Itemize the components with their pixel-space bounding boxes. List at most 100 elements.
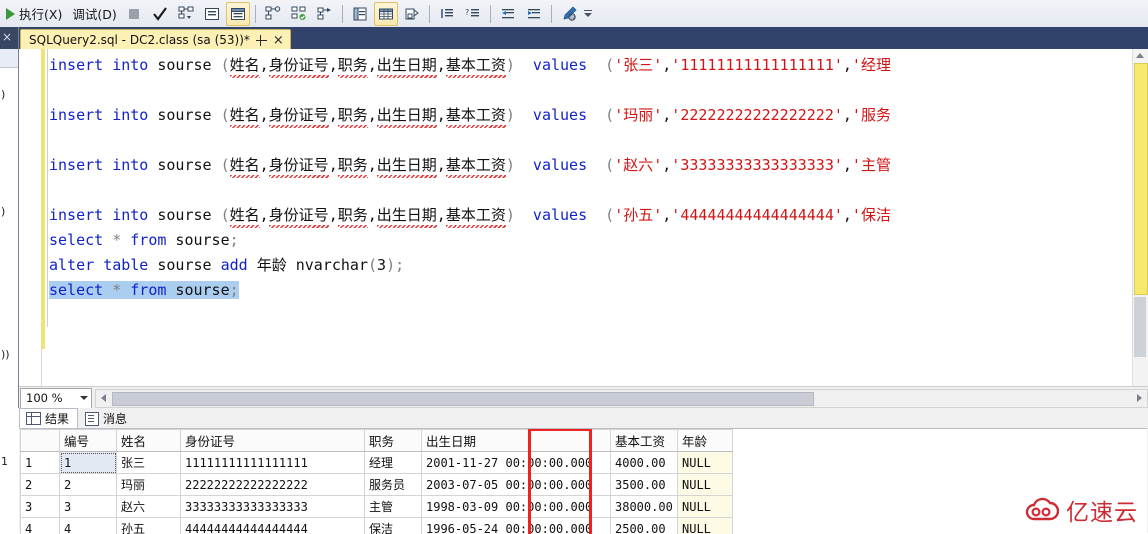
grid-cell[interactable]: 1 [60,452,117,474]
grid-cell[interactable]: 保洁 [365,518,422,534]
stop-button[interactable] [122,2,146,26]
column-header-5[interactable]: 基本工资 [611,430,678,452]
code-token: 基本工资 [446,103,506,127]
table-row[interactable]: 11张三11111111111111111经理2001-11-27 00:00:… [21,452,733,474]
code-token: ( [605,156,614,174]
grid-cell[interactable]: 2001-11-27 00:00:00.000 [422,452,611,474]
code-token: '服务 [852,106,891,124]
code-token: values [533,106,587,124]
results-tab-results[interactable]: 结果 [19,408,78,429]
toolbar-separator-4 [490,5,491,23]
table-row[interactable]: 33赵六33333333333333333主管1998-03-09 00:00:… [21,496,733,518]
comment-lines-button[interactable] [435,2,459,26]
close-icon[interactable]: × [273,35,284,46]
parse-button[interactable] [148,2,172,26]
grid-cell[interactable]: 4000.00 [611,452,678,474]
code-line-7[interactable]: select * from sourse; [49,278,239,302]
table-row[interactable]: 22玛丽22222222222222222服务员2003-07-05 00:00… [21,474,733,496]
uncomment-lines-button[interactable]: ? [461,2,485,26]
grid-cell[interactable]: 张三 [117,452,181,474]
code-line-4[interactable]: insert into sourse (姓名,身份证号,职务,出生日期,基本工资… [49,203,891,227]
grid-cell[interactable]: 1998-03-09 00:00:00.000 [422,496,611,518]
code-token: 身份证号 [269,203,329,227]
hscrollbar-thumb[interactable] [112,392,814,406]
code-line-5[interactable]: select * from sourse; [49,228,239,252]
grid-cell[interactable]: 1996-05-24 00:00:00.000 [422,518,611,534]
chevron-down-icon[interactable] [80,396,88,400]
grid-cell[interactable]: 38000.00 [611,496,678,518]
execute-button[interactable]: 执行(X) [0,3,66,25]
tab-sqlquery2[interactable]: SQLQuery2.sql - DC2.class (sa (53))* × [20,29,291,50]
column-header-6[interactable]: 年龄 [678,430,733,452]
editor-vertical-scrollbar[interactable] [1132,49,1148,386]
code-editor[interactable]: insert into sourse (姓名,身份证号,职务,出生日期,基本工资… [19,49,1148,386]
results-tab-messages[interactable]: 消息 [78,408,136,429]
debug-button[interactable]: 调试(D) [66,3,120,25]
decrease-indent-button[interactable] [496,2,520,26]
left-panel-close-icon[interactable]: × [2,31,12,43]
increase-indent-button[interactable] [522,2,546,26]
code-token: , [368,206,377,224]
grid-cell[interactable]: 孙五 [117,518,181,534]
scroll-up-icon[interactable] [1136,53,1144,58]
column-header-3[interactable]: 职务 [365,430,422,452]
zoom-dropdown[interactable]: 100 % [20,388,92,409]
results-to-grid-button-2[interactable] [374,2,398,26]
code-line-1[interactable]: insert into sourse (姓名,身份证号,职务,出生日期,基本工资… [49,53,891,77]
grid-cell[interactable]: 22222222222222222 [181,474,365,496]
grid-cell[interactable]: 33333333333333333 [181,496,365,518]
column-header-0[interactable]: 编号 [60,430,117,452]
code-line-3[interactable]: insert into sourse (姓名,身份证号,职务,出生日期,基本工资… [49,153,891,177]
grid-cell[interactable]: 2003-07-05 00:00:00.000 [422,474,611,496]
pin-icon[interactable] [256,35,267,46]
row-number[interactable]: 3 [21,496,60,518]
grid-cell[interactable]: 2500.00 [611,518,678,534]
code-token: nvarchar [296,256,368,274]
grid-cell[interactable]: 3 [60,496,117,518]
grid-cell[interactable]: NULL [678,452,733,474]
results-grid-container[interactable]: 编号姓名身份证号职务出生日期基本工资年龄 11张三111111111111111… [20,428,1147,534]
scroll-right-button[interactable] [1132,391,1147,406]
grid-cell[interactable]: 经理 [365,452,422,474]
include-client-statistics-button[interactable] [287,2,311,26]
specify-values-button[interactable]: @ [557,2,581,26]
grid-cell[interactable]: 44444444444444444 [181,518,365,534]
results-to-text-button[interactable] [348,2,372,26]
row-number[interactable]: 4 [21,518,60,534]
code-line-2[interactable]: insert into sourse (姓名,身份证号,职务,出生日期,基本工资… [49,103,891,127]
editor-horizontal-scrollbar[interactable] [95,389,1148,408]
toolbar-overflow-button[interactable] [582,3,594,25]
results-grid[interactable]: 编号姓名身份证号职务出生日期基本工资年龄 11张三111111111111111… [20,429,733,534]
code-line-6[interactable]: alter table sourse add 年龄 nvarchar(3); [49,253,404,277]
include-live-stats-button[interactable] [313,2,337,26]
query-options-button[interactable] [200,2,224,26]
grid-cell[interactable]: 2 [60,474,117,496]
column-header-1[interactable]: 姓名 [117,430,181,452]
grid-cell[interactable]: 3500.00 [611,474,678,496]
column-header-4[interactable]: 出生日期 [422,430,611,452]
grid-cell[interactable]: 主管 [365,496,422,518]
code-token: , [260,206,269,224]
code-token: sourse [148,156,220,174]
results-to-grid-button[interactable] [226,2,250,26]
results-to-file-button[interactable] [400,2,424,26]
grid-cell[interactable]: NULL [678,496,733,518]
row-number[interactable]: 1 [21,452,60,474]
grid-cell[interactable]: 服务员 [365,474,422,496]
scrollbar-thumb[interactable] [1134,297,1146,357]
grid-cell[interactable]: 玛丽 [117,474,181,496]
column-header-2[interactable]: 身份证号 [181,430,365,452]
table-row[interactable]: 44孙五44444444444444444保洁1996-05-24 00:00:… [21,518,733,534]
results-grid-body[interactable]: 11张三11111111111111111经理2001-11-27 00:00:… [21,452,733,534]
scroll-left-button[interactable] [96,391,111,406]
row-number[interactable]: 2 [21,474,60,496]
grid-cell[interactable]: 4 [60,518,117,534]
grid-cell[interactable]: NULL [678,474,733,496]
code-token: , [662,106,671,124]
display-estimated-plan-button[interactable] [174,2,198,26]
grid-cell[interactable]: NULL [678,518,733,534]
grid-cell[interactable]: 11111111111111111 [181,452,365,474]
include-actual-plan-button[interactable] [261,2,285,26]
grid-cell[interactable]: 赵六 [117,496,181,518]
code-token: insert [49,106,103,124]
